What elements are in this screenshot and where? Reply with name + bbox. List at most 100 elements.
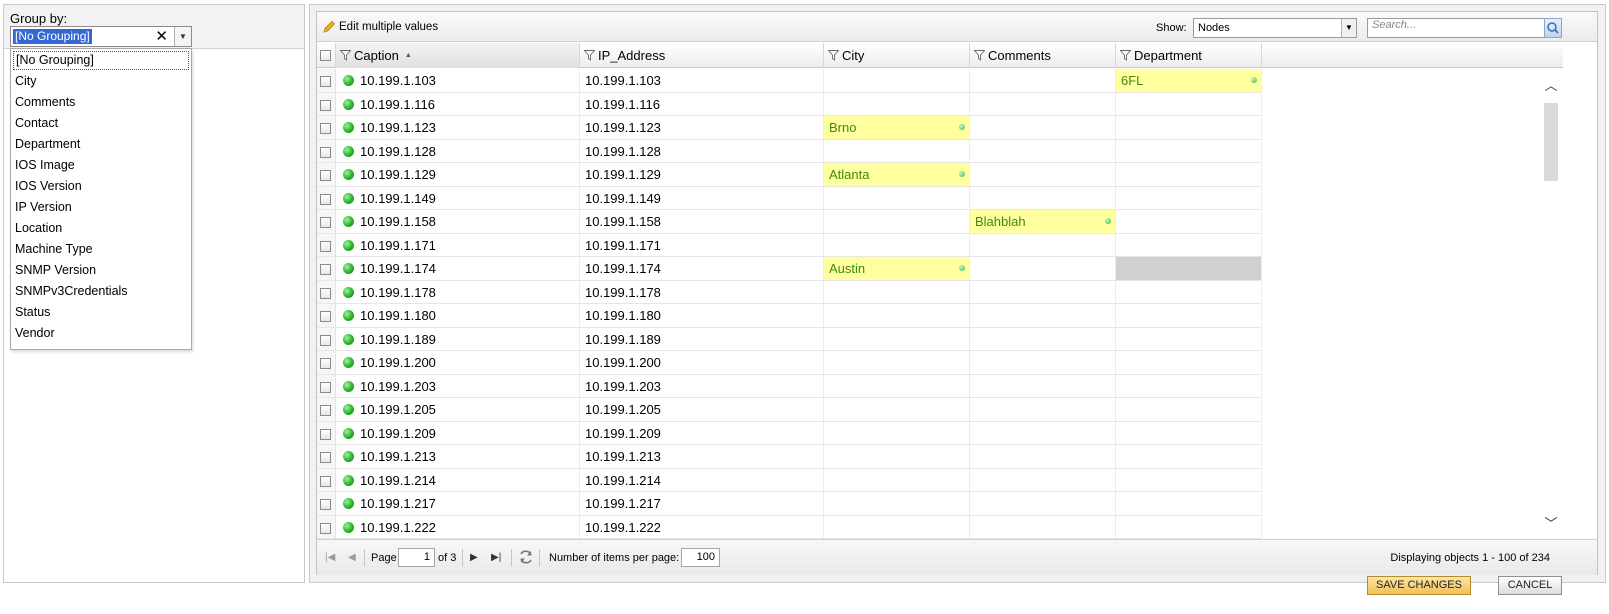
row-checkbox[interactable] — [320, 358, 331, 370]
row-checkbox[interactable] — [320, 381, 331, 393]
group-by-option[interactable]: Status — [11, 302, 191, 323]
row-checkbox[interactable] — [320, 522, 331, 534]
ip-address-cell[interactable]: 10.199.1.171 — [580, 233, 824, 257]
comments-cell[interactable] — [970, 304, 1116, 328]
column-header-ip-address[interactable]: IP_Address — [580, 43, 824, 68]
table-row[interactable]: 10.199.1.209 10.199.1.209 — [317, 421, 1539, 445]
table-row[interactable]: 10.199.1.213 10.199.1.213 — [317, 445, 1539, 469]
comments-cell[interactable] — [970, 515, 1116, 539]
city-cell[interactable] — [824, 92, 970, 116]
ip-address-cell[interactable]: 10.199.1.209 — [580, 421, 824, 445]
group-by-option[interactable]: IOS Version — [11, 176, 191, 197]
filter-icon[interactable] — [340, 50, 351, 61]
city-cell[interactable] — [824, 327, 970, 351]
group-by-option[interactable]: IP Version — [11, 197, 191, 218]
department-cell[interactable] — [1116, 280, 1262, 304]
table-row[interactable]: 10.199.1.205 10.199.1.205 — [317, 398, 1539, 422]
caption-cell[interactable]: 10.199.1.123 — [336, 116, 580, 140]
ip-address-cell[interactable]: 10.199.1.174 — [580, 257, 824, 281]
department-cell[interactable] — [1116, 139, 1262, 163]
group-by-selected-value[interactable]: [No Grouping] — [13, 29, 92, 44]
scroll-up-icon[interactable]: ︿ — [1543, 79, 1559, 93]
table-row[interactable]: 10.199.1.174 10.199.1.174 Austin — [317, 257, 1539, 281]
ip-address-cell[interactable]: 10.199.1.180 — [580, 304, 824, 328]
row-checkbox[interactable] — [320, 428, 331, 440]
row-checkbox[interactable] — [320, 499, 331, 511]
city-cell[interactable] — [824, 421, 970, 445]
ip-address-cell[interactable]: 10.199.1.128 — [580, 139, 824, 163]
city-cell[interactable] — [824, 492, 970, 516]
scrollbar-thumb[interactable] — [1544, 103, 1558, 181]
comments-cell[interactable] — [970, 492, 1116, 516]
group-by-option[interactable]: SNMPv3Credentials — [11, 281, 191, 302]
comments-cell[interactable]: Blahblah — [970, 210, 1116, 234]
group-by-option[interactable]: Comments — [11, 92, 191, 113]
table-row[interactable]: 10.199.1.214 10.199.1.214 — [317, 468, 1539, 492]
caption-cell[interactable]: 10.199.1.205 — [336, 398, 580, 422]
row-checkbox[interactable] — [320, 287, 331, 299]
ip-address-cell[interactable]: 10.199.1.129 — [580, 163, 824, 187]
city-cell[interactable] — [824, 69, 970, 93]
caption-cell[interactable]: 10.199.1.149 — [336, 186, 580, 210]
cancel-button[interactable]: CANCEL — [1498, 576, 1562, 595]
department-cell[interactable] — [1116, 257, 1262, 281]
caption-cell[interactable]: 10.199.1.129 — [336, 163, 580, 187]
ip-address-cell[interactable]: 10.199.1.217 — [580, 492, 824, 516]
ip-address-cell[interactable]: 10.199.1.116 — [580, 92, 824, 116]
caption-cell[interactable]: 10.199.1.171 — [336, 233, 580, 257]
table-row[interactable]: 10.199.1.116 10.199.1.116 — [317, 92, 1539, 116]
clear-icon[interactable]: ✕ — [155, 28, 168, 45]
row-checkbox[interactable] — [320, 146, 331, 158]
ip-address-cell[interactable]: 10.199.1.123 — [580, 116, 824, 140]
table-row[interactable]: 10.199.1.171 10.199.1.171 — [317, 233, 1539, 257]
department-cell[interactable] — [1116, 398, 1262, 422]
group-by-option[interactable]: City — [11, 71, 191, 92]
caption-cell[interactable]: 10.199.1.174 — [336, 257, 580, 281]
comments-cell[interactable] — [970, 186, 1116, 210]
department-cell[interactable] — [1116, 492, 1262, 516]
comments-cell[interactable] — [970, 163, 1116, 187]
comments-cell[interactable] — [970, 257, 1116, 281]
group-by-combobox[interactable]: [No Grouping] ✕ ▼ — [10, 26, 192, 47]
next-page-icon[interactable]: ▶ — [470, 552, 478, 563]
column-header-comments[interactable]: Comments — [970, 43, 1116, 68]
caption-cell[interactable]: 10.199.1.217 — [336, 492, 580, 516]
comments-cell[interactable] — [970, 139, 1116, 163]
city-cell[interactable] — [824, 210, 970, 234]
caption-cell[interactable]: 10.199.1.128 — [336, 139, 580, 163]
search-button[interactable] — [1544, 18, 1562, 38]
caption-cell[interactable]: 10.199.1.200 — [336, 351, 580, 375]
items-per-page-input[interactable]: 100 — [681, 548, 720, 567]
table-row[interactable]: 10.199.1.158 10.199.1.158 Blahblah — [317, 210, 1539, 234]
department-cell[interactable] — [1116, 186, 1262, 210]
department-cell[interactable] — [1116, 163, 1262, 187]
comments-cell[interactable] — [970, 233, 1116, 257]
comments-cell[interactable] — [970, 327, 1116, 351]
table-row[interactable]: 10.199.1.200 10.199.1.200 — [317, 351, 1539, 375]
comments-cell[interactable] — [970, 468, 1116, 492]
filter-icon[interactable] — [1120, 50, 1131, 61]
group-by-option[interactable]: Machine Type — [11, 239, 191, 260]
table-row[interactable]: 10.199.1.149 10.199.1.149 — [317, 186, 1539, 210]
city-cell[interactable]: Atlanta — [824, 163, 970, 187]
caption-cell[interactable]: 10.199.1.189 — [336, 327, 580, 351]
caption-cell[interactable]: 10.199.1.180 — [336, 304, 580, 328]
department-cell[interactable] — [1116, 304, 1262, 328]
caption-cell[interactable]: 10.199.1.214 — [336, 468, 580, 492]
city-cell[interactable] — [824, 515, 970, 539]
row-checkbox[interactable] — [320, 311, 331, 323]
department-cell[interactable] — [1116, 210, 1262, 234]
city-cell[interactable]: Brno — [824, 116, 970, 140]
comments-cell[interactable] — [970, 280, 1116, 304]
city-cell[interactable] — [824, 280, 970, 304]
ip-address-cell[interactable]: 10.199.1.222 — [580, 515, 824, 539]
row-checkbox[interactable] — [320, 264, 331, 276]
caption-cell[interactable]: 10.199.1.178 — [336, 280, 580, 304]
city-cell[interactable] — [824, 468, 970, 492]
row-checkbox[interactable] — [320, 452, 331, 464]
table-row[interactable]: 10.199.1.189 10.199.1.189 — [317, 327, 1539, 351]
row-checkbox[interactable] — [320, 123, 331, 135]
comments-cell[interactable] — [970, 92, 1116, 116]
department-cell[interactable] — [1116, 351, 1262, 375]
save-changes-button[interactable]: SAVE CHANGES — [1367, 576, 1471, 595]
